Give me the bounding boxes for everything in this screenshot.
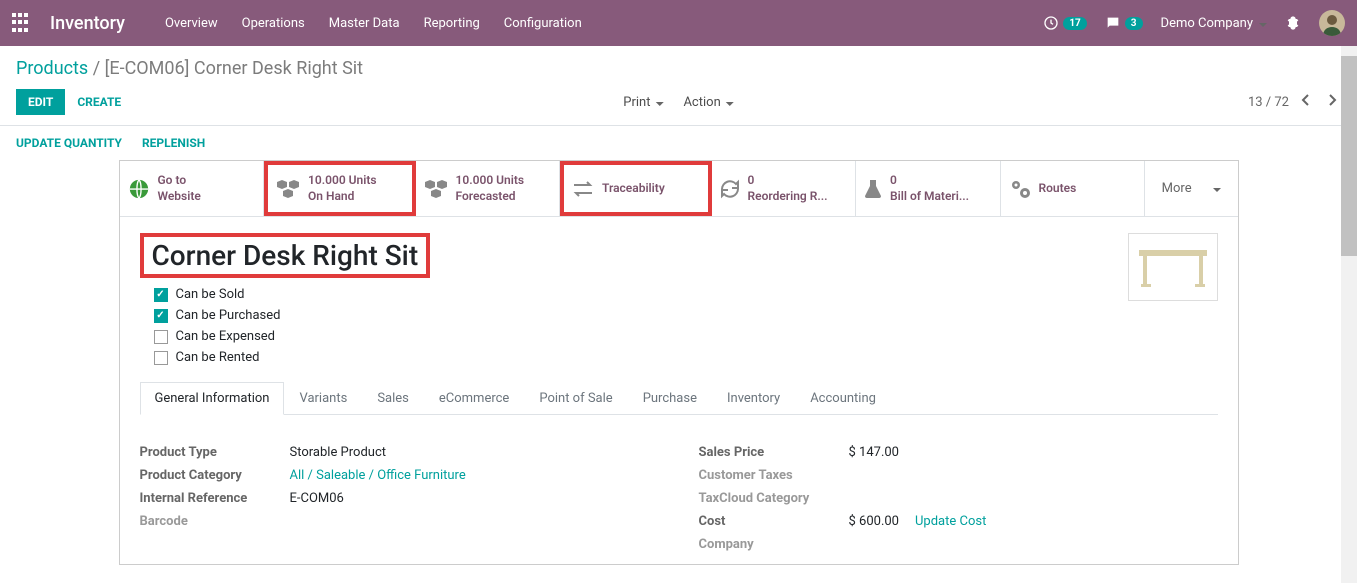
label-sales-price: Sales Price [699,445,849,460]
product-title-box: Corner Desk Right Sit [140,233,431,278]
globe-icon [128,178,150,200]
product-title: Corner Desk Right Sit [152,239,419,272]
product-image[interactable] [1128,233,1218,301]
company-name: Demo Company [1161,16,1253,31]
chevron-down-icon [1257,16,1267,31]
chevron-down-icon [1211,181,1221,196]
nav-operations[interactable]: Operations [242,16,305,31]
flask-icon [864,178,882,200]
breadcrumb-current: [E-COM06] Corner Desk Right Sit [105,58,363,79]
cogs-icon [1009,178,1031,200]
nav-reporting[interactable]: Reporting [424,16,480,31]
stat-routes[interactable]: Routes [1001,161,1146,216]
value-internal-reference: E-COM06 [290,491,344,506]
label-internal-reference: Internal Reference [140,491,290,506]
print-dropdown[interactable]: Print [623,95,663,110]
messages-badge: 3 [1125,17,1143,30]
tab-sales[interactable]: Sales [362,382,424,414]
nav-configuration[interactable]: Configuration [504,16,582,31]
stat-more[interactable]: More [1145,161,1238,216]
label-product-type: Product Type [140,445,290,460]
checkbox-can-be-sold[interactable] [154,288,168,302]
tab-general-information[interactable]: General Information [140,382,285,415]
activities-badge: 17 [1063,17,1086,30]
pager-prev[interactable] [1297,94,1315,110]
tab-purchase[interactable]: Purchase [628,382,712,414]
update-cost-button[interactable]: Update Cost [915,514,986,529]
replenish-button[interactable]: REPLENISH [142,136,205,150]
nav-overview[interactable]: Overview [165,16,218,31]
chevron-down-icon [653,95,663,110]
label-barcode: Barcode [140,514,290,529]
update-quantity-button[interactable]: UPDATE QUANTITY [16,136,122,150]
checkbox-can-be-rented[interactable] [154,351,168,365]
tab-accounting[interactable]: Accounting [795,382,891,414]
action-dropdown[interactable]: Action [683,95,733,110]
cubes-icon [276,178,300,200]
label-product-category: Product Category [140,468,290,483]
clock-icon [1043,15,1059,31]
tab-inventory[interactable]: Inventory [712,382,795,414]
scrollbar-thumb[interactable] [1341,56,1357,256]
debug-icon[interactable] [1285,15,1301,31]
messages-button[interactable]: 3 [1105,15,1143,31]
create-button[interactable]: CREATE [77,95,121,109]
chat-icon [1105,15,1121,31]
label-cost: Cost [699,514,849,529]
stat-traceability[interactable]: Traceability [560,161,712,216]
tab-point-of-sale[interactable]: Point of Sale [524,382,627,414]
value-cost: $ 600.00 [849,514,900,529]
app-name[interactable]: Inventory [50,13,125,34]
checkbox-can-be-purchased[interactable] [154,309,168,323]
edit-button[interactable]: EDIT [16,89,65,115]
stat-forecasted[interactable]: 10.000 UnitsForecasted [416,161,561,216]
label-taxcloud: TaxCloud Category [699,491,849,506]
stat-on-hand[interactable]: 10.000 UnitsOn Hand [264,161,416,216]
activities-button[interactable]: 17 [1043,15,1086,31]
form-sheet: Go toWebsite 10.000 UnitsOn Hand 10.000 … [119,160,1239,565]
chevron-down-icon [724,95,734,110]
pager-position: 13 / 72 [1248,95,1289,110]
chevron-right-icon [1327,94,1337,106]
tab-variants[interactable]: Variants [284,382,362,414]
label-customer-taxes: Customer Taxes [699,468,849,483]
cubes-icon [424,178,448,200]
exchange-icon [572,180,594,198]
pager-next[interactable] [1323,94,1341,110]
avatar[interactable] [1319,10,1345,36]
scrollbar[interactable] [1341,46,1357,583]
stat-go-to-website[interactable]: Go toWebsite [120,161,265,216]
nav-master-data[interactable]: Master Data [329,16,400,31]
company-selector[interactable]: Demo Company [1161,16,1267,31]
label-company: Company [699,537,849,552]
tab-ecommerce[interactable]: eCommerce [424,382,524,414]
value-sales-price: $ 147.00 [849,445,900,460]
stat-bom[interactable]: 0Bill of Materi... [856,161,1001,216]
chevron-left-icon [1301,94,1311,106]
link-product-category[interactable]: All / Saleable / Office Furniture [290,468,466,483]
stat-reordering[interactable]: 0Reordering R... [712,161,857,216]
breadcrumb: Products / [E-COM06] Corner Desk Right S… [16,58,1341,79]
checkbox-can-be-expensed[interactable] [154,330,168,344]
breadcrumb-products[interactable]: Products [16,58,88,79]
refresh-icon [720,179,740,199]
value-product-type: Storable Product [290,445,387,460]
top-nav: Overview Operations Master Data Reportin… [165,16,582,31]
apps-icon[interactable] [12,13,32,33]
